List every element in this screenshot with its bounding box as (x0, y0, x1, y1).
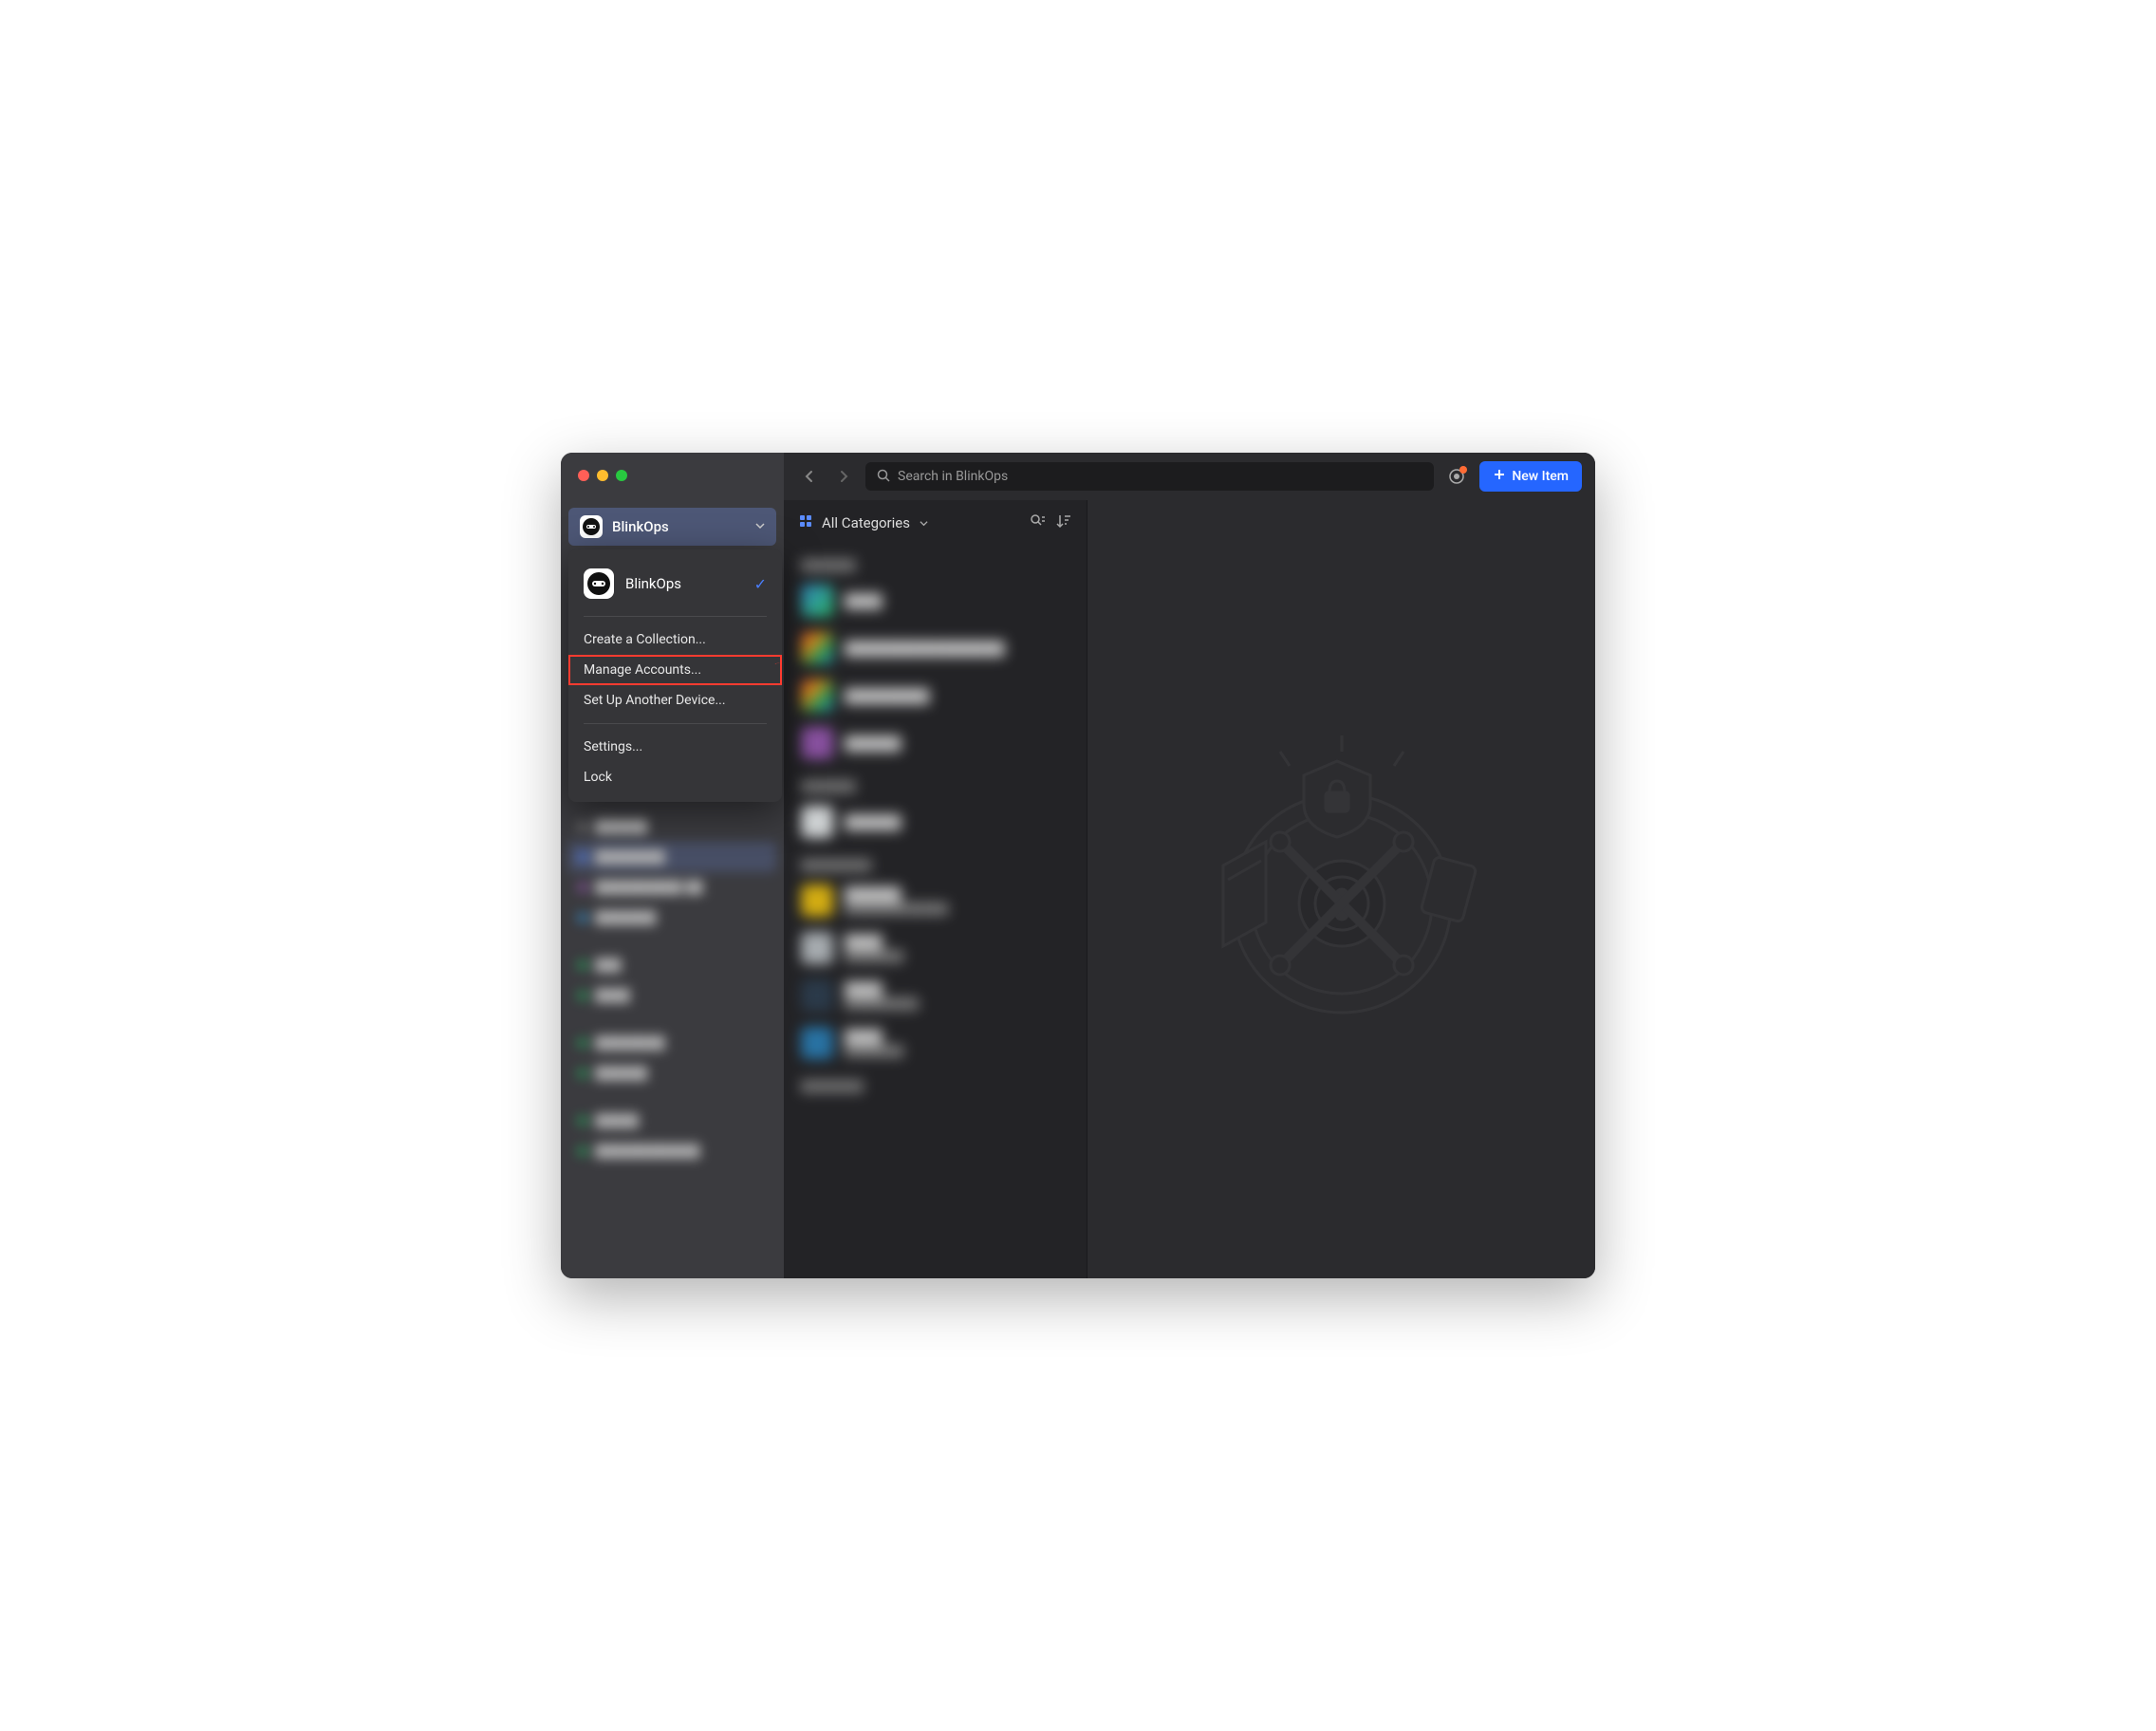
maximize-window-button[interactable] (616, 470, 627, 481)
topbar: New Item (784, 453, 1595, 500)
main-area: New Item All Categories (784, 453, 1595, 1278)
divider (584, 616, 767, 617)
item-list-panel: All Categories (784, 500, 1087, 1278)
sidebar-item[interactable]: ██████ (568, 1058, 776, 1089)
filter-button[interactable] (1030, 513, 1045, 532)
list-item[interactable]: ██████ (795, 798, 1075, 846)
search-input[interactable] (898, 469, 1422, 484)
menu-manage-accounts[interactable]: Manage Accounts... (568, 655, 782, 685)
menu-create-collection[interactable]: Create a Collection... (568, 624, 782, 655)
category-selector[interactable]: All Categories (822, 514, 1020, 531)
close-window-button[interactable] (578, 470, 589, 481)
sort-button[interactable] (1056, 513, 1071, 532)
category-grid-icon (799, 514, 812, 531)
empty-state-vault-icon (1171, 718, 1513, 1060)
list-item[interactable]: ████████████████████ (795, 877, 1075, 924)
plus-icon (1493, 468, 1506, 485)
search-icon (877, 468, 890, 486)
list-item[interactable]: ██████ (795, 719, 1075, 767)
dropdown-account-row[interactable]: BlinkOps ✓ (568, 559, 782, 608)
item-list: ███████ ████ █████████████████ █████████… (784, 546, 1087, 1278)
sidebar-item[interactable]: ████████ (568, 842, 776, 872)
menu-setup-device[interactable]: Set Up Another Device... (568, 685, 782, 716)
menu-lock[interactable]: Lock (568, 762, 782, 792)
menu-settings[interactable]: Settings... (568, 732, 782, 762)
sidebar-item[interactable]: ████ (568, 980, 776, 1011)
list-item[interactable]: ████████████ (795, 1019, 1075, 1067)
list-item[interactable]: █████████ (795, 672, 1075, 719)
sidebar-item[interactable]: ████████████ (568, 1136, 776, 1166)
notifications-button[interactable] (1443, 463, 1470, 490)
divider (584, 723, 767, 724)
app-window: BlinkOps BlinkOps ✓ Create a Collection.… (561, 453, 1595, 1278)
account-dropdown: BlinkOps ✓ Create a Collection... Manage… (568, 549, 782, 802)
sidebar: BlinkOps BlinkOps ✓ Create a Collection.… (561, 453, 784, 1278)
forward-button[interactable] (831, 464, 856, 489)
sidebar-item[interactable]: █████ (568, 1106, 776, 1136)
notification-badge-icon (1459, 466, 1467, 474)
list-item[interactable]: ████ (795, 577, 1075, 624)
account-name: BlinkOps (612, 518, 746, 535)
sidebar-item[interactable]: ██████████ ██ (568, 872, 776, 903)
new-item-label: New Item (1512, 469, 1569, 484)
sidebar-item[interactable]: ███ (568, 950, 776, 980)
account-avatar-icon (584, 568, 614, 599)
list-item[interactable]: ████████████ (795, 924, 1075, 972)
sidebar-item[interactable]: ████████ (568, 1028, 776, 1058)
sidebar-item[interactable]: ███████ (568, 903, 776, 933)
window-controls (578, 470, 627, 481)
checkmark-icon: ✓ (754, 575, 767, 593)
chevron-down-icon (920, 514, 928, 531)
content-area: All Categories (784, 500, 1595, 1278)
dropdown-account-name: BlinkOps (625, 575, 743, 592)
list-header: All Categories (784, 500, 1087, 546)
account-selector[interactable]: BlinkOps (568, 508, 776, 546)
list-item[interactable]: █████████████████ (795, 624, 1075, 672)
back-button[interactable] (797, 464, 822, 489)
sidebar-nav-list: ██████ ████████ ██████████ ██ ███████ ██… (561, 811, 784, 1166)
detail-panel (1087, 500, 1595, 1278)
new-item-button[interactable]: New Item (1479, 461, 1582, 492)
minimize-window-button[interactable] (597, 470, 608, 481)
search-bar[interactable] (865, 462, 1434, 491)
chevron-down-icon (755, 520, 765, 533)
account-icon (580, 515, 603, 538)
sidebar-item[interactable]: ██████ (568, 811, 776, 842)
list-item[interactable]: ██████████████ (795, 972, 1075, 1019)
